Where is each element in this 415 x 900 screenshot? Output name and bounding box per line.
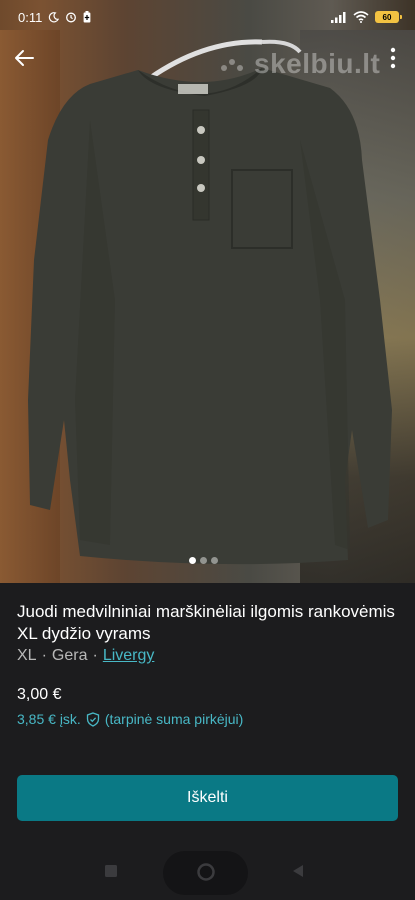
promote-button[interactable]: Iškelti (17, 775, 398, 821)
carousel-dot-active[interactable] (189, 557, 196, 564)
shield-check-icon (86, 711, 99, 727)
status-bar: 0:11 60 (0, 0, 415, 34)
wifi-icon (353, 11, 369, 23)
size-label: XL (17, 647, 37, 664)
carousel-dot[interactable] (211, 557, 218, 564)
condition-label: Gera (51, 647, 88, 664)
carousel-dot[interactable] (200, 557, 207, 564)
listing-details: Juodi medvilniniai marškinėliai ilgomis … (0, 583, 415, 900)
signal-icon (331, 11, 347, 23)
system-nav-bar (0, 845, 415, 900)
watermark: skelbiu.lt (220, 48, 380, 80)
back-nav-button[interactable] (291, 864, 305, 878)
listing-photo[interactable]: skelbiu.lt (0, 0, 415, 583)
square-icon (105, 865, 117, 877)
battery-saver-icon (83, 11, 91, 23)
brand-link[interactable]: Livergy (103, 647, 155, 665)
triangle-left-icon (293, 865, 303, 877)
arrow-left-icon (15, 50, 34, 66)
battery-level: 60 (382, 12, 392, 22)
status-time: 0:11 (18, 9, 43, 25)
more-options-button[interactable] (383, 44, 403, 72)
price: 3,00 € (17, 686, 62, 703)
circle-icon (197, 863, 215, 881)
more-vertical-icon (390, 47, 396, 69)
back-button[interactable] (10, 44, 38, 72)
watermark-text: skelbiu.lt (254, 48, 381, 79)
meta-separator: · (92, 647, 98, 664)
moon-icon (48, 11, 60, 23)
recents-button[interactable] (104, 864, 118, 878)
listing-meta: XL · Gera · Livergy (17, 647, 154, 665)
price-incl-amount: 3,85 € įsk. (17, 711, 81, 727)
price-with-protection[interactable]: 3,85 € įsk. (tarpinė suma pirkėjui) (17, 711, 243, 727)
logo-dots-icon (221, 59, 243, 71)
battery-icon: 60 (375, 11, 402, 23)
meta-separator: · (41, 647, 47, 664)
shirt-image (28, 39, 392, 565)
price-incl-note: (tarpinė suma pirkėjui) (104, 711, 244, 727)
listing-title: Juodi medvilniniai marškinėliai ilgomis … (17, 602, 395, 643)
alarm-icon (65, 11, 77, 23)
carousel-indicator (189, 557, 218, 564)
home-button[interactable] (196, 862, 216, 882)
